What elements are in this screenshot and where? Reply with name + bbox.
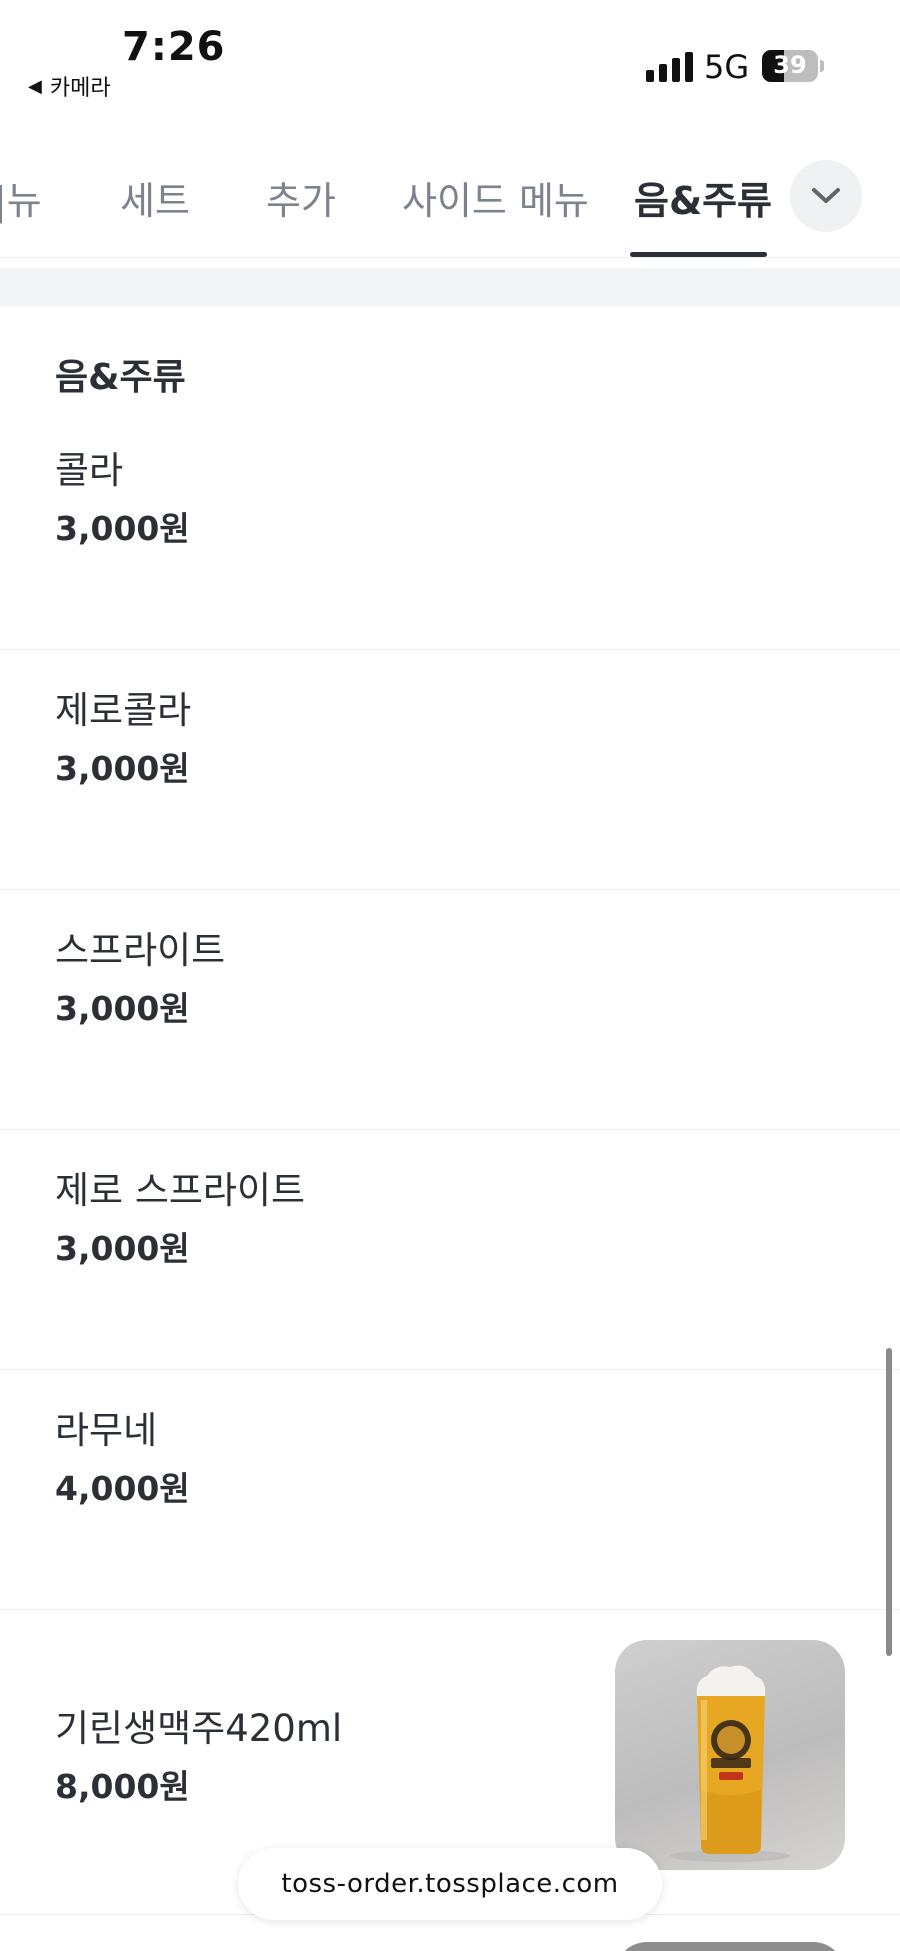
menu-item-name: 스프라이트	[55, 929, 226, 972]
menu-item[interactable]: 제로콜라 3,000원	[0, 650, 900, 890]
tab-extra[interactable]: 추가	[266, 170, 336, 225]
tab-set[interactable]: 세트	[120, 170, 190, 225]
back-app-label: 카메라	[49, 76, 111, 101]
menu-item-price: 3,000원	[55, 989, 190, 1028]
menu-item-price: 3,000원	[55, 509, 190, 548]
back-to-app-button[interactable]: ◀ 카메라	[28, 70, 111, 102]
battery-percent: 39	[773, 51, 807, 79]
menu-item-name: 라무네	[55, 1409, 158, 1452]
menu-item-name: 제로콜라	[55, 689, 192, 732]
menu-item-image[interactable]	[615, 1640, 845, 1870]
scrollbar[interactable]	[886, 1348, 892, 1656]
beer-glass-image	[670, 1665, 790, 1862]
menu-item-price: 4,000원	[55, 1469, 190, 1508]
tab-side-menu[interactable]: 사이드 메뉴	[402, 170, 589, 225]
back-triangle-icon: ◀	[28, 75, 42, 97]
battery-cap	[820, 60, 824, 72]
menu-item-price: 3,000원	[55, 749, 190, 788]
status-bar: 7:26 ◀ 카메라 5G 39	[0, 0, 900, 120]
menu-item-name: 기린생맥주420ml	[55, 1707, 343, 1750]
url-bar[interactable]: toss-order.tossplace.com	[238, 1848, 662, 1920]
section-title: 음&주류	[55, 357, 186, 398]
menu-item[interactable]: 스프라이트 3,000원	[0, 890, 900, 1130]
network-type: 5G	[704, 48, 750, 86]
menu-item-name: 콜라	[55, 449, 124, 492]
menu-item-price: 8,000원	[55, 1767, 190, 1806]
chevron-down-icon	[812, 188, 840, 203]
cellular-signal-icon	[646, 52, 693, 82]
tab-drinks[interactable]: 음&주류	[634, 170, 772, 225]
category-tabs: |뉴 세트 추가 사이드 메뉴 음&주류	[0, 120, 900, 258]
tab-menu[interactable]: |뉴	[0, 170, 42, 225]
menu-item[interactable]: 콜라 3,000원	[0, 410, 900, 650]
menu-item[interactable]: 제로 스프라이트 3,000원	[0, 1130, 900, 1370]
url-host: toss-order.tossplace.com	[281, 1869, 619, 1899]
tabs-expand-button[interactable]	[790, 160, 862, 232]
clock: 7:26	[122, 24, 226, 70]
menu-item-price: 3,000원	[55, 1229, 190, 1268]
menu-item-name: 제로 스프라이트	[55, 1169, 306, 1212]
battery-icon: 39	[762, 50, 818, 82]
section-separator	[0, 268, 900, 306]
menu-item[interactable]: 라무네 4,000원	[0, 1370, 900, 1610]
active-tab-indicator	[630, 252, 767, 257]
next-item-image[interactable]	[615, 1942, 845, 1951]
